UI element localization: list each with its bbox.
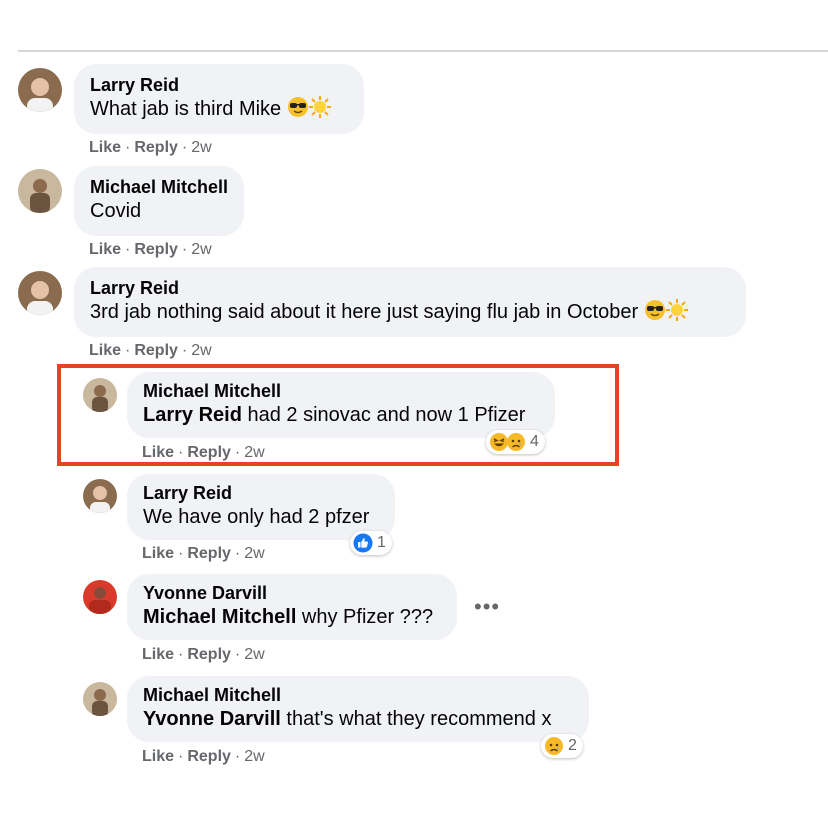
comment-actions: Like · Reply · 2w: [89, 342, 212, 360]
timestamp[interactable]: 2w: [191, 139, 211, 156]
reactions-badge[interactable]: 2: [541, 734, 583, 758]
comment-author[interactable]: Michael Mitchell: [90, 176, 228, 198]
comment-bubble: Larry Reid 3rd jab nothing said about it…: [74, 267, 746, 337]
comment-text-content: that's what they recommend x: [280, 708, 552, 730]
comment-text-content: why Pfizer ???: [296, 606, 434, 628]
reply-link[interactable]: Reply: [134, 139, 178, 156]
avatar[interactable]: [18, 271, 62, 315]
mention-link[interactable]: Michael Mitchell: [143, 606, 296, 628]
separator: ·: [234, 748, 241, 765]
comment-author[interactable]: Larry Reid: [143, 482, 379, 504]
comment-author[interactable]: Yvonne Darvill: [143, 582, 441, 604]
comment-bubble: Larry Reid We have only had 2 pfzer: [127, 474, 395, 540]
like-link[interactable]: Like: [89, 241, 121, 258]
comment-author[interactable]: Larry Reid: [90, 74, 348, 96]
highlight-box: [57, 364, 619, 466]
comment-text: What jab is third Mike: [90, 96, 348, 122]
comment-text: Michael Mitchell why Pfizer ???: [143, 604, 441, 630]
separator: ·: [178, 545, 184, 562]
avatar[interactable]: [83, 682, 117, 716]
sun-emoji: [665, 299, 688, 321]
like-reaction-icon: [353, 533, 373, 553]
reply-link[interactable]: Reply: [187, 646, 231, 663]
comment-bubble: Yvonne Darvill Michael Mitchell why Pfiz…: [127, 574, 457, 640]
comment-actions: Like · Reply · 2w: [89, 241, 212, 259]
reaction-count: 2: [568, 737, 577, 754]
avatar[interactable]: [18, 68, 62, 112]
reply-link[interactable]: Reply: [134, 241, 178, 258]
timestamp[interactable]: 2w: [244, 748, 264, 765]
reactions-badge[interactable]: 1: [350, 531, 392, 555]
separator: ·: [125, 139, 131, 156]
mention-link[interactable]: Yvonne Darvill: [143, 708, 281, 730]
comment-actions: Like · Reply · 2w: [142, 545, 265, 563]
comment-text: 3rd jab nothing said about it here just …: [90, 299, 730, 325]
like-link[interactable]: Like: [89, 139, 121, 156]
comment-author[interactable]: Larry Reid: [90, 277, 730, 299]
comment-bubble: Larry Reid What jab is third Mike: [74, 64, 364, 134]
sunglasses-emoji: [644, 299, 666, 321]
comment-text: Covid: [90, 200, 142, 222]
like-link[interactable]: Like: [142, 646, 174, 663]
like-link[interactable]: Like: [142, 748, 174, 765]
comment-actions: Like · Reply · 2w: [89, 139, 212, 157]
separator: ·: [125, 342, 131, 359]
avatar[interactable]: [83, 580, 117, 614]
separator: ·: [178, 646, 184, 663]
timestamp[interactable]: 2w: [244, 545, 264, 562]
comment-bubble: Michael Mitchell Covid: [74, 166, 244, 236]
separator: ·: [234, 545, 241, 562]
comment-text: We have only had 2 pfzer: [143, 506, 370, 528]
sunglasses-emoji: [287, 96, 309, 118]
separator: ·: [234, 646, 241, 663]
like-link[interactable]: Like: [142, 545, 174, 562]
separator: ·: [178, 748, 184, 765]
comment-text: Yvonne Darvill that's what they recommen…: [143, 706, 573, 732]
sun-emoji: [308, 96, 331, 118]
separator: ·: [181, 342, 188, 359]
comment-bubble: Michael Mitchell Yvonne Darvill that's w…: [127, 676, 589, 742]
avatar[interactable]: [83, 479, 117, 513]
comment-actions: Like · Reply · 2w: [142, 748, 265, 766]
comment-text-content: 3rd jab nothing said about it here just …: [90, 301, 639, 323]
reply-link[interactable]: Reply: [187, 545, 231, 562]
timestamp[interactable]: 2w: [191, 342, 211, 359]
reply-link[interactable]: Reply: [187, 748, 231, 765]
comment-author[interactable]: Michael Mitchell: [143, 684, 573, 706]
like-link[interactable]: Like: [89, 342, 121, 359]
separator: ·: [181, 139, 188, 156]
top-divider: [18, 50, 828, 52]
timestamp[interactable]: 2w: [244, 646, 264, 663]
more-options-button[interactable]: •••: [474, 596, 500, 618]
reaction-count: 1: [377, 534, 386, 551]
separator: ·: [181, 241, 188, 258]
comment-actions: Like · Reply · 2w: [142, 646, 265, 664]
avatar[interactable]: [18, 169, 62, 213]
comment-text-content: What jab is third Mike: [90, 98, 282, 120]
timestamp[interactable]: 2w: [191, 241, 211, 258]
reply-link[interactable]: Reply: [134, 342, 178, 359]
sad-reaction-icon: [545, 737, 563, 755]
separator: ·: [125, 241, 131, 258]
